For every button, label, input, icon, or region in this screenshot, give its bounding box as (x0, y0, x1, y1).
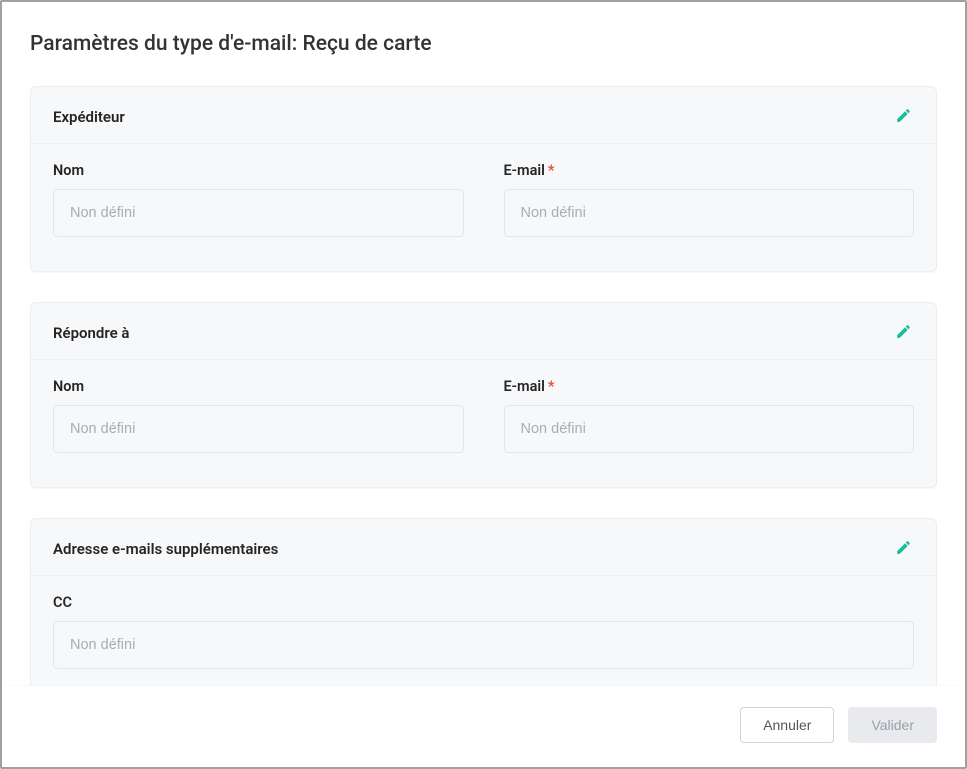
reply-to-email-field: E-mail* (504, 378, 915, 453)
sender-card: Expéditeur Nom E-mail* (30, 86, 937, 272)
sender-email-input[interactable] (504, 189, 915, 237)
sender-name-label: Nom (53, 162, 464, 179)
sender-name-input[interactable] (53, 189, 464, 237)
reply-to-name-input[interactable] (53, 405, 464, 453)
sender-row: Nom E-mail* (53, 162, 914, 237)
cancel-button[interactable]: Annuler (740, 707, 834, 743)
modal-body: Paramètres du type d'e-mail: Reçu de car… (2, 2, 965, 686)
edit-sender-button[interactable] (893, 105, 914, 129)
pencil-icon (895, 107, 912, 127)
required-asterisk: * (548, 162, 555, 179)
cc-label: CC (53, 594, 914, 611)
reply-to-row: Nom E-mail* (53, 378, 914, 453)
reply-to-name-field: Nom (53, 378, 464, 453)
reply-to-title: Répondre à (53, 324, 129, 342)
sender-card-header: Expéditeur (31, 87, 936, 144)
email-settings-modal: Paramètres du type d'e-mail: Reçu de car… (2, 2, 965, 767)
sender-email-label-text: E-mail (504, 162, 545, 179)
reply-to-email-input[interactable] (504, 405, 915, 453)
reply-to-card-header: Répondre à (31, 303, 936, 360)
pencil-icon (895, 323, 912, 343)
sender-title: Expéditeur (53, 108, 125, 126)
sender-card-body: Nom E-mail* (31, 144, 936, 271)
sender-email-field: E-mail* (504, 162, 915, 237)
reply-to-card-body: Nom E-mail* (31, 360, 936, 487)
additional-emails-card: Adresse e-mails supplémentaires CC (30, 518, 937, 686)
modal-footer: Annuler Valider (2, 686, 965, 767)
edit-reply-to-button[interactable] (893, 321, 914, 345)
reply-to-name-label: Nom (53, 378, 464, 395)
page-title: Paramètres du type d'e-mail: Reçu de car… (30, 32, 937, 56)
cc-input[interactable] (53, 621, 914, 669)
reply-to-email-label: E-mail* (504, 378, 915, 395)
submit-button[interactable]: Valider (848, 707, 937, 743)
reply-to-email-label-text: E-mail (504, 378, 545, 395)
sender-email-label: E-mail* (504, 162, 915, 179)
edit-additional-button[interactable] (893, 537, 914, 561)
additional-title: Adresse e-mails supplémentaires (53, 540, 278, 558)
sender-name-field: Nom (53, 162, 464, 237)
additional-card-body: CC (31, 576, 936, 686)
additional-card-header: Adresse e-mails supplémentaires (31, 519, 936, 576)
pencil-icon (895, 539, 912, 559)
reply-to-card: Répondre à Nom E-mail* (30, 302, 937, 488)
cc-field: CC (53, 594, 914, 669)
required-asterisk: * (548, 378, 555, 395)
